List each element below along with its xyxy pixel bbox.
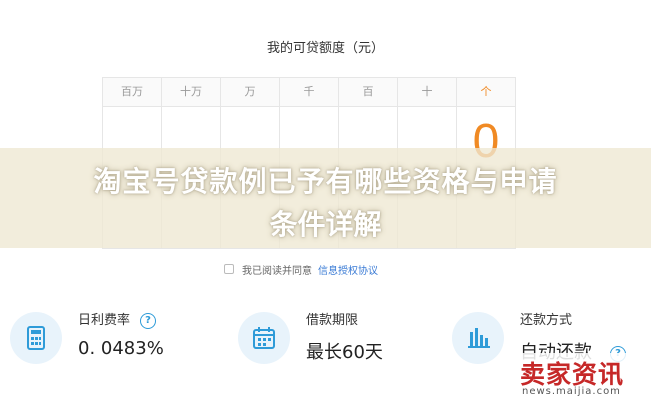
calculator-icon <box>10 312 62 364</box>
digit-header: 千 <box>280 78 338 107</box>
digit-header: 十万 <box>162 78 220 107</box>
agreement-link[interactable]: 信息授权协议 <box>318 262 378 277</box>
banner-title-line2: 条件详解 <box>269 208 382 241</box>
banner-title-line1: 淘宝号贷款例已予有哪些资格与申请 <box>93 165 558 198</box>
agreement-checkbox[interactable] <box>224 264 234 274</box>
repayment-label: 还款方式 <box>520 313 573 328</box>
page-title: 我的可贷额度（元） <box>266 41 384 56</box>
loan-term-label: 借款期限 <box>306 313 359 328</box>
help-icon[interactable]: ? <box>140 313 157 329</box>
agreement-text: 我已阅读并同意 <box>242 265 312 277</box>
agreement-row: 我已阅读并同意 信息授权协议 <box>224 262 378 277</box>
bar-chart-icon <box>452 312 504 364</box>
digit-header: 百 <box>339 78 397 107</box>
digit-header: 百万 <box>103 78 161 107</box>
info-label: 还款方式 <box>520 312 592 330</box>
digit-header: 十 <box>398 78 456 107</box>
info-card-daily-rate: 日利费率 ? 0. 0483% <box>10 312 164 372</box>
daily-rate-label: 日利费率 <box>78 313 131 328</box>
watermark: 卖家资讯 news.maijia.com <box>512 353 651 400</box>
digit-header: 万 <box>221 78 279 107</box>
daily-rate-value: 0. 0483% <box>78 338 164 359</box>
calendar-icon <box>238 312 290 364</box>
info-label: 日利费率 ? <box>78 312 164 330</box>
info-label: 借款期限 <box>306 312 383 330</box>
digit-header-active: 个 <box>457 78 515 107</box>
info-card-loan-term: 借款期限 最长60天 <box>238 312 383 372</box>
loan-term-value: 最长60天 <box>306 342 383 363</box>
watermark-url: news.maijia.com <box>522 386 621 397</box>
